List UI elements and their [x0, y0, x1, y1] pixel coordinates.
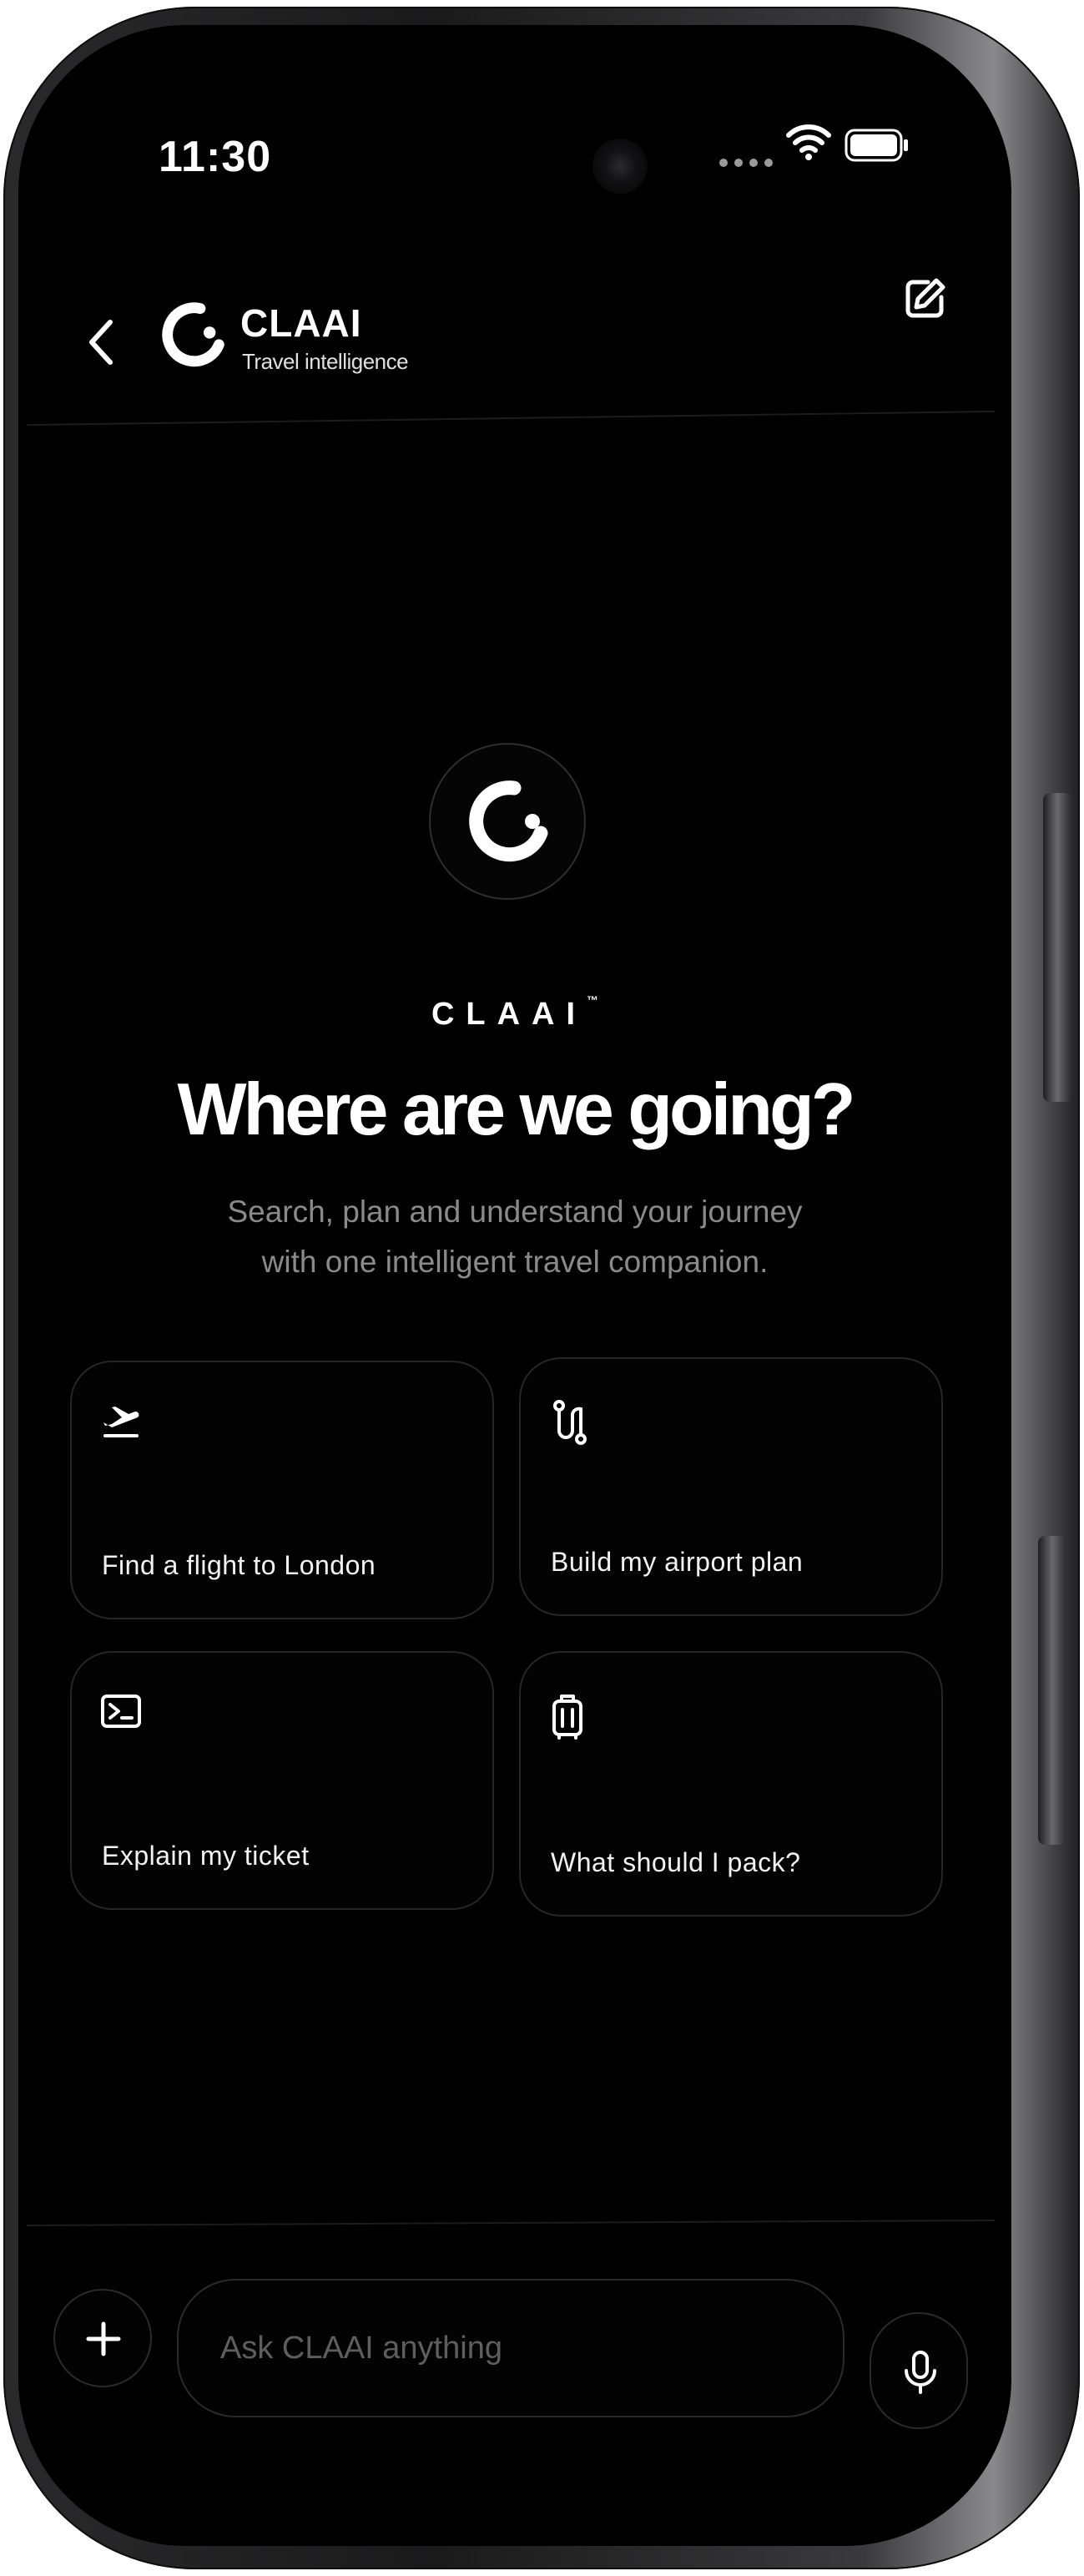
- suggestion-card-packing[interactable]: What should I pack?: [519, 1651, 943, 1917]
- wifi-icon: [786, 124, 831, 160]
- hero-subtitle-line: with one intelligent travel companion.: [261, 1245, 769, 1279]
- new-chat-edit-icon[interactable]: [903, 275, 948, 321]
- suggestion-card-airport-plan[interactable]: Build my airport plan: [519, 1357, 943, 1616]
- power-button: [1038, 1536, 1066, 1845]
- luggage-icon: [552, 1695, 582, 1740]
- app-title: CLAAI: [240, 301, 362, 345]
- brand-wordmark: CLAAI™: [18, 993, 1011, 1033]
- front-camera: [592, 139, 648, 194]
- back-chevron-icon[interactable]: [85, 317, 118, 367]
- suggestion-label: Explain my ticket: [102, 1841, 310, 1871]
- composer-divider: [27, 2219, 995, 2227]
- trademark-symbol: ™: [587, 993, 599, 1007]
- cellular-signal-icon: [719, 159, 773, 167]
- volume-button: [1043, 793, 1071, 1102]
- app-screen: 11:30 CLAAI Travel intelligence CLAAI™ W…: [18, 25, 1011, 2546]
- header-divider: [27, 410, 995, 427]
- hero-subtitle-line: Search, plan and understand your journey: [227, 1195, 803, 1229]
- claai-logo-icon: [469, 780, 548, 862]
- hero-subtitle: Search, plan and understand your journey…: [18, 1187, 1011, 1287]
- ticket-icon: [101, 1695, 141, 1728]
- suggestion-label: What should I pack?: [551, 1847, 801, 1877]
- plane-takeoff-icon: [103, 1407, 139, 1437]
- plus-icon: [86, 2321, 121, 2356]
- hero-title: Where are we going?: [177, 1068, 855, 1150]
- suggestion-label: Build my airport plan: [551, 1547, 804, 1577]
- add-attachment-button[interactable]: [53, 2289, 152, 2387]
- voice-input-button[interactable]: [870, 2312, 968, 2429]
- route-icon: [553, 1400, 587, 1445]
- status-time: 11:30: [159, 133, 272, 181]
- microphone-icon: [905, 2351, 936, 2394]
- wordmark-text: CLAAI: [431, 997, 587, 1032]
- battery-icon: [845, 129, 908, 162]
- suggestion-card-find-flight[interactable]: Find a flight to London: [70, 1361, 494, 1619]
- suggestion-card-explain-ticket[interactable]: Explain my ticket: [70, 1651, 494, 1910]
- device-mockup: 11:30 CLAAI Travel intelligence CLAAI™ W…: [0, 0, 1084, 2576]
- app-subtitle: Travel intelligence: [242, 349, 409, 374]
- hero-logo-badge: [429, 743, 586, 900]
- ask-input[interactable]: [177, 2279, 845, 2417]
- claai-logo-icon: [162, 302, 224, 367]
- suggestion-label: Find a flight to London: [102, 1550, 376, 1580]
